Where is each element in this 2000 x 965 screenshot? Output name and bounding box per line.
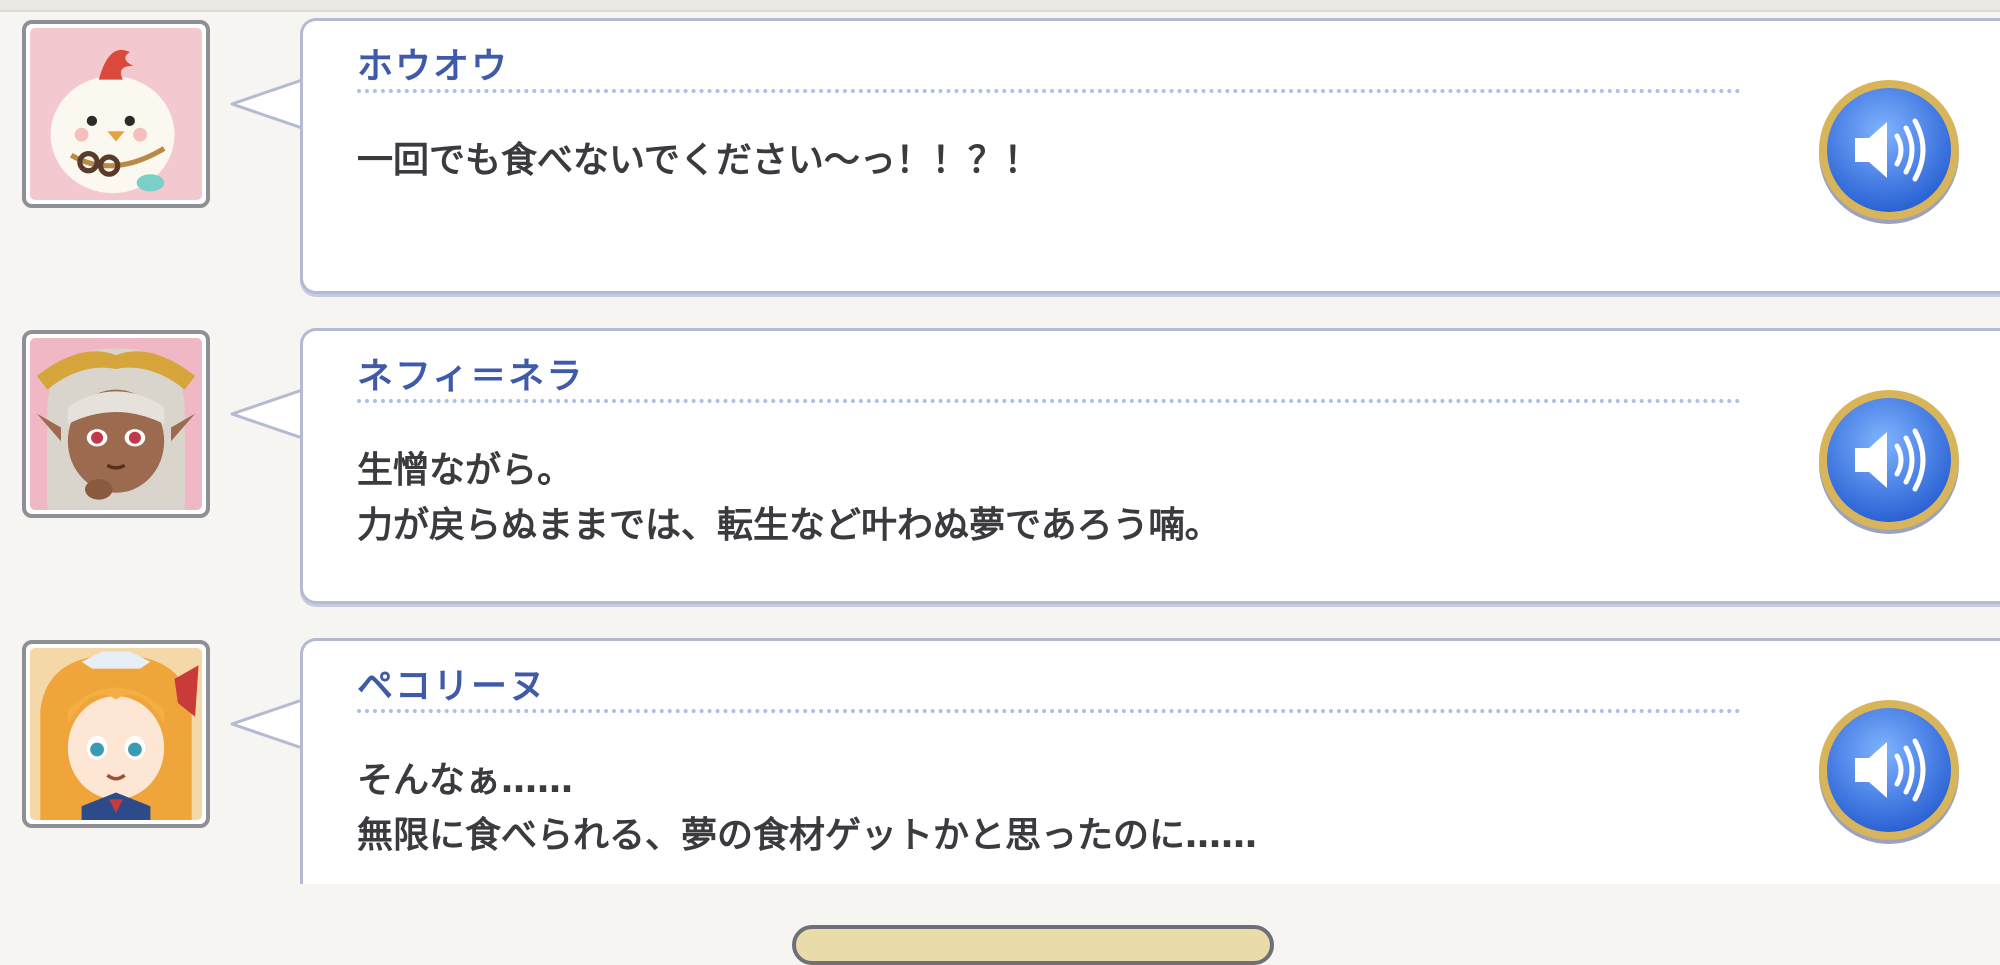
speech-bubble: ネフィ＝ネラ 生憎ながら。 力が戻らぬままでは、転生など叶わぬ夢であろう喃。 [300, 328, 2000, 604]
speech-bubble-tail [230, 386, 308, 442]
speaker-avatar [22, 330, 210, 518]
speech-bubble: ペコリーヌ そんなぁ…… 無限に食べられる、夢の食材ゲットかと思ったのに…… [300, 638, 2000, 884]
speaker-volume-icon [1819, 80, 1959, 224]
speaker-name: ペコリーヌ [357, 666, 548, 707]
speaker-avatar [22, 640, 210, 828]
voice-play-button[interactable] [1815, 696, 1963, 844]
orange-haired-character-icon [30, 648, 202, 820]
silver-haired-character-icon [30, 338, 202, 510]
log-entry: ペコリーヌ そんなぁ…… 無限に食べられる、夢の食材ゲットかと思ったのに…… [0, 620, 2000, 884]
speech-bubble-tail [230, 696, 308, 752]
voice-play-button[interactable] [1815, 76, 1963, 224]
voice-play-button[interactable] [1815, 386, 1963, 534]
close-button[interactable] [792, 925, 1274, 965]
log-entry: ネフィ＝ネラ 生憎ながら。 力が戻らぬままでは、転生など叶わぬ夢であろう喃。 [0, 310, 2000, 620]
name-divider [357, 89, 1741, 93]
dialogue-log-list[interactable]: ホウオウ 一回でも食べないでください〜っ！！？！ ネフィ＝ネラ 生憎ながら。 力… [0, 0, 2000, 884]
dialogue-text: そんなぁ…… 無限に食べられる、夢の食材ゲットかと思ったのに…… [357, 753, 1657, 863]
name-divider [357, 709, 1741, 713]
speaker-name: ホウオウ [357, 46, 510, 87]
speech-bubble-tail [230, 76, 308, 132]
dialogue-line: 力が戻らぬままでは、転生など叶わぬ夢であろう喃。 [357, 505, 1221, 546]
white-bird-character-icon [30, 28, 202, 200]
speaker-volume-icon [1819, 700, 1959, 844]
dialogue-line: 生憎ながら。 [357, 450, 574, 491]
dialogue-line: 一回でも食べないでください〜っ！！？！ [357, 140, 1040, 181]
speaker-volume-icon [1819, 390, 1959, 534]
dialogue-line: そんなぁ…… [357, 760, 574, 801]
name-divider [357, 399, 1741, 403]
speech-bubble: ホウオウ 一回でも食べないでください〜っ！！？！ [300, 18, 2000, 294]
dialogue-line: 無限に食べられる、夢の食材ゲットかと思ったのに…… [357, 815, 1258, 856]
log-entry: ホウオウ 一回でも食べないでください〜っ！！？！ [0, 0, 2000, 310]
speaker-name: ネフィ＝ネラ [357, 356, 585, 397]
speaker-avatar [22, 20, 210, 208]
dialogue-text: 生憎ながら。 力が戻らぬままでは、転生など叶わぬ夢であろう喃。 [357, 443, 1657, 553]
dialogue-text: 一回でも食べないでください〜っ！！？！ [357, 133, 1657, 188]
